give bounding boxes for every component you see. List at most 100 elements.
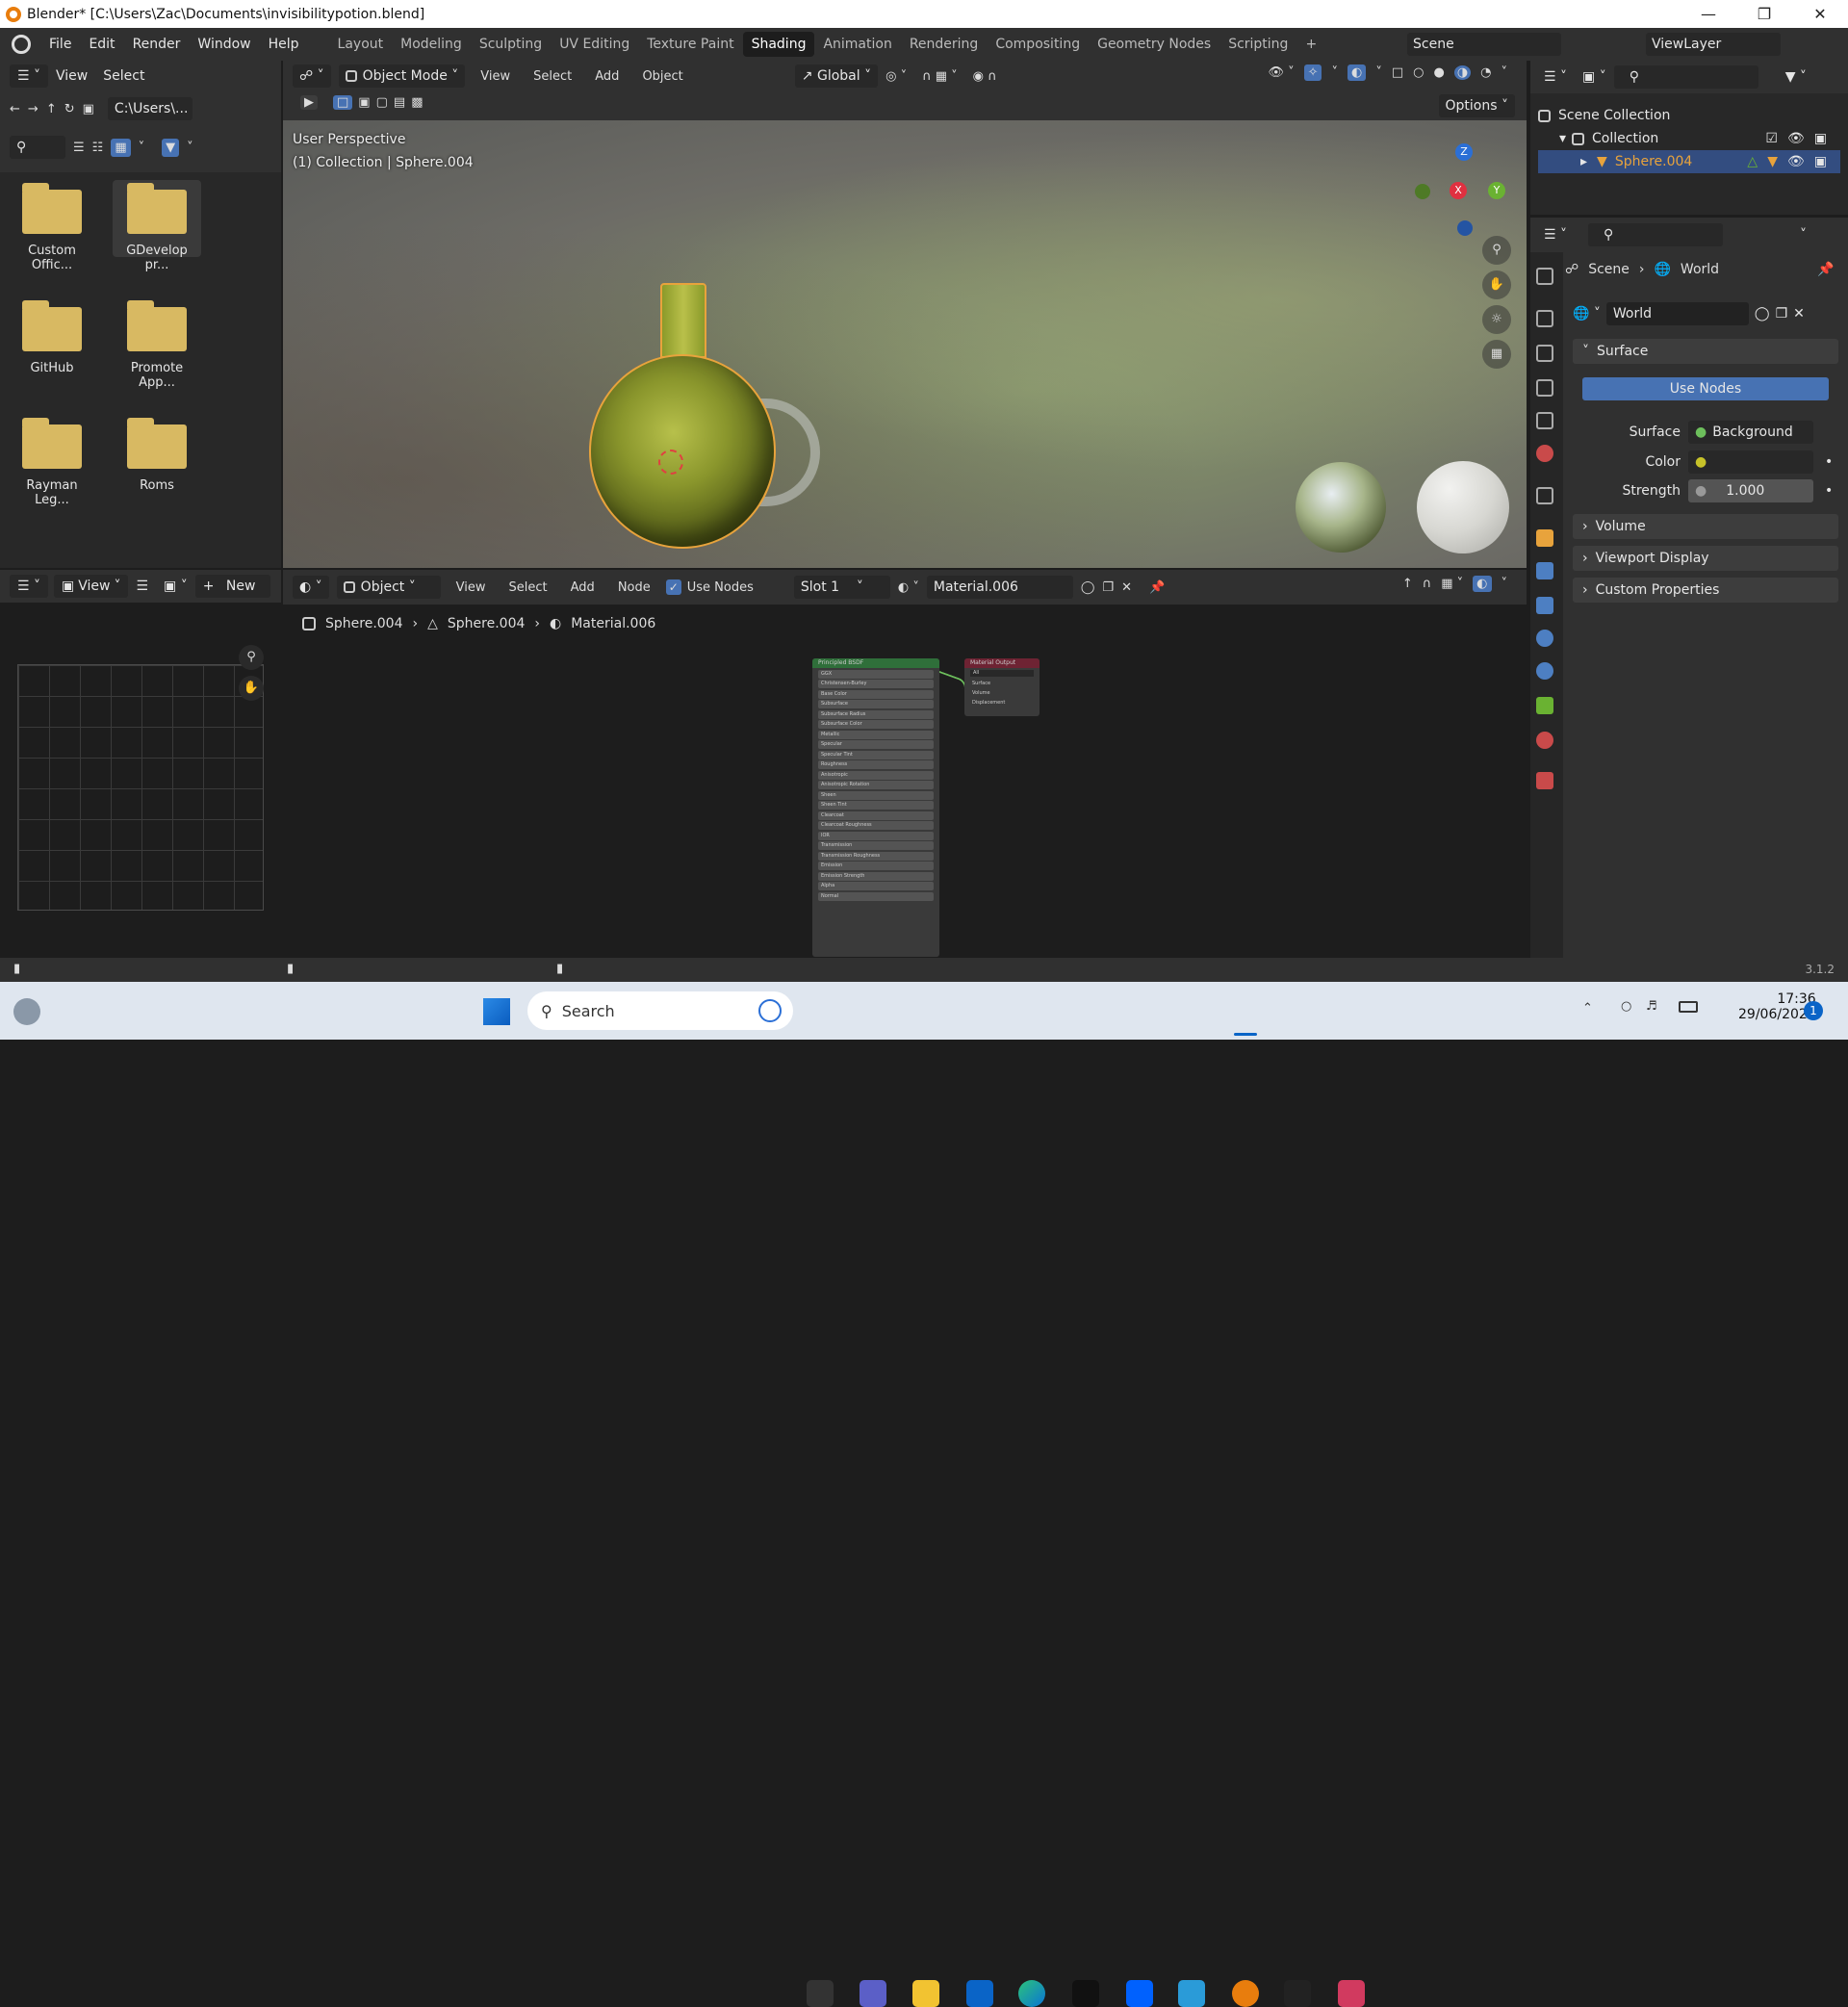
select-box-subtract-icon[interactable]: ▢ <box>376 95 388 110</box>
strength-field[interactable]: ● 1.000 <box>1688 479 1813 502</box>
rendered-shading-icon[interactable]: ◔ <box>1480 65 1491 80</box>
gizmo-toggle-icon[interactable]: ✧ <box>1303 64 1322 81</box>
modifier-tab-icon[interactable] <box>1536 562 1553 579</box>
shader-type-dropdown[interactable]: Object ˅ <box>336 576 441 599</box>
close-button[interactable]: ✕ <box>1792 0 1848 28</box>
image-zoom-icon[interactable]: ⚲ <box>239 645 264 670</box>
filebrowser-select-menu[interactable]: Select <box>95 68 152 84</box>
surface-shader-button[interactable]: ● Background <box>1688 421 1813 444</box>
tab-uv-editing[interactable]: UV Editing <box>551 32 638 57</box>
fake-user-icon[interactable]: ◯ <box>1081 580 1095 595</box>
menu-help[interactable]: Help <box>260 37 308 52</box>
list-view-icon[interactable]: ☰ <box>73 141 85 155</box>
keyframe-dot-icon[interactable]: • <box>1825 454 1833 470</box>
viewport-editor-type-button[interactable]: ☍ ˅ <box>293 64 331 88</box>
proportional-edit-icon[interactable]: ◉ ∩ <box>973 69 997 84</box>
weather-icon[interactable] <box>13 998 40 1025</box>
material-browse-icon[interactable]: ◐ ˅ <box>898 580 919 595</box>
file-explorer-icon[interactable] <box>912 1980 939 2007</box>
viewport-select-menu[interactable]: Select <box>526 69 579 84</box>
bsdf-input-row[interactable]: Emission Strength <box>818 871 934 881</box>
gizmo-z-axis[interactable]: Z <box>1455 143 1473 161</box>
pin-icon[interactable]: 📌 <box>1817 262 1834 277</box>
outliner-object-sphere[interactable]: ▸ ▼ Sphere.004 △ ▼ 👁 ▣ <box>1538 150 1840 173</box>
blender-menu-icon[interactable] <box>12 35 31 54</box>
bsdf-input-row[interactable]: Clearcoat Roughness <box>818 821 934 830</box>
world-name-field[interactable]: World <box>1605 302 1749 325</box>
fake-user-icon[interactable]: ◯ <box>1755 306 1770 322</box>
viewport-display-panel-header[interactable]: › Viewport Display <box>1573 546 1838 571</box>
material-output-node[interactable]: Material Output All Surface Volume Displ… <box>964 658 1040 716</box>
constraints-tab-icon[interactable] <box>1536 662 1553 680</box>
principled-bsdf-node[interactable]: Principled BSDF GGX Christensen-Burley Bas… <box>812 658 939 957</box>
shading-dropdown-icon[interactable]: ˅ <box>1502 65 1508 80</box>
wireframe-shading-icon[interactable]: ○ <box>1413 65 1424 80</box>
properties-search-field[interactable]: ⚲ <box>1588 223 1724 246</box>
bsdf-input-row[interactable]: GGX <box>818 669 934 679</box>
bsdf-input-row[interactable]: Subsurface Radius <box>818 709 934 719</box>
world-tab-icon[interactable] <box>1536 445 1553 462</box>
tab-geometry-nodes[interactable]: Geometry Nodes <box>1089 32 1219 57</box>
tab-modeling[interactable]: Modeling <box>392 32 471 57</box>
outliner-scene-collection[interactable]: Scene Collection <box>1538 104 1670 127</box>
start-icon[interactable] <box>483 998 510 1025</box>
folder-item[interactable]: Promote App... <box>113 300 201 390</box>
viewport-object-menu[interactable]: Object <box>634 69 690 84</box>
material-shading-icon[interactable]: ◑ <box>1453 65 1472 80</box>
node-overlays-icon[interactable]: ◐ <box>1473 576 1492 592</box>
properties-options-icon[interactable]: ˅ <box>1792 227 1814 243</box>
potion-sphere[interactable] <box>589 354 776 549</box>
bsdf-input-row[interactable]: Christensen-Burley <box>818 680 934 688</box>
unlink-world-icon[interactable]: ✕ <box>1793 306 1805 322</box>
tab-shading[interactable]: Shading <box>742 32 815 57</box>
back-icon[interactable]: ← <box>10 102 20 116</box>
node-snap-icon[interactable]: ∩ <box>1423 577 1432 591</box>
overlays-icon[interactable]: ◐ <box>1347 64 1367 81</box>
duplicate-material-icon[interactable]: ❐ <box>1102 580 1114 595</box>
scene-selector[interactable]: Scene <box>1407 33 1561 56</box>
bsdf-input-row[interactable]: IOR <box>818 831 934 840</box>
view-layer-tab-icon[interactable] <box>1536 379 1553 397</box>
duplicate-world-icon[interactable]: ❐ <box>1776 306 1788 322</box>
pivot-icon[interactable]: ◎ ˅ <box>886 69 907 84</box>
solid-shading-icon[interactable]: ● <box>1433 65 1444 80</box>
node-editor-canvas[interactable]: Sphere.004 › △ Sphere.004 › ◐ Material.0… <box>283 605 1527 958</box>
expand-arrow-icon[interactable]: ▸ <box>1580 154 1587 169</box>
outliner-filter-icon[interactable]: ▼ ˅ <box>1778 69 1814 85</box>
node-select-menu[interactable]: Select <box>501 580 555 595</box>
output-tab-icon[interactable] <box>1536 345 1553 362</box>
viewport-add-menu[interactable]: Add <box>587 69 627 84</box>
bsdf-input-row[interactable]: Normal <box>818 891 934 901</box>
bsdf-input-row[interactable]: Subsurface Color <box>818 720 934 729</box>
task-view-icon[interactable] <box>807 1980 834 2007</box>
visibility-icon[interactable]: 👁 ˅ <box>1268 65 1294 80</box>
world-browse-icon[interactable]: 🌐 ˅ <box>1573 306 1601 322</box>
surface-panel-header[interactable]: ˅ Surface <box>1573 339 1838 364</box>
mode-dropdown[interactable]: Object Mode ˅ <box>338 64 466 88</box>
gizmo-x-axis[interactable]: X <box>1450 182 1467 199</box>
add-workspace-button[interactable]: + <box>1296 32 1325 57</box>
eye-icon[interactable]: 👁 <box>1787 154 1805 169</box>
blender-taskbar-icon[interactable] <box>1232 1980 1259 2007</box>
detail-view-icon[interactable]: ☷ <box>92 141 104 155</box>
folder-item[interactable]: GDevelop pr... <box>113 180 201 272</box>
new-image-button[interactable]: + New <box>194 575 271 598</box>
outliner-editor-type-icon[interactable]: ☰ ˅ <box>1536 69 1575 85</box>
editor-type-button[interactable]: ☰ ˅ <box>10 64 49 88</box>
node-overlays-dropdown-icon[interactable]: ˅ <box>1502 577 1508 591</box>
bsdf-input-row[interactable]: Clearcoat <box>818 811 934 820</box>
tab-animation[interactable]: Animation <box>814 32 900 57</box>
tab-layout[interactable]: Layout <box>329 32 393 57</box>
image-browse-icon[interactable]: ▣ ˅ <box>156 579 195 594</box>
tab-sculpting[interactable]: Sculpting <box>471 32 551 57</box>
outliner-collection[interactable]: ▾ Collection ☑ 👁 ▣ <box>1559 127 1840 150</box>
zoom-icon[interactable]: ⚲ <box>1482 236 1511 265</box>
node-snap-mode-icon[interactable]: ▦ ˅ <box>1441 577 1463 591</box>
image-canvas[interactable]: ⚲ ✋ <box>0 603 281 958</box>
material-name-field[interactable]: Material.006 <box>926 576 1073 599</box>
bsdf-input-row[interactable]: Sheen <box>818 790 934 800</box>
teams-icon[interactable] <box>860 1980 886 2007</box>
menu-edit[interactable]: Edit <box>80 37 123 52</box>
navigation-gizmo[interactable]: Z X Y <box>1415 132 1507 238</box>
expand-arrow-icon[interactable]: ▾ <box>1559 131 1566 146</box>
